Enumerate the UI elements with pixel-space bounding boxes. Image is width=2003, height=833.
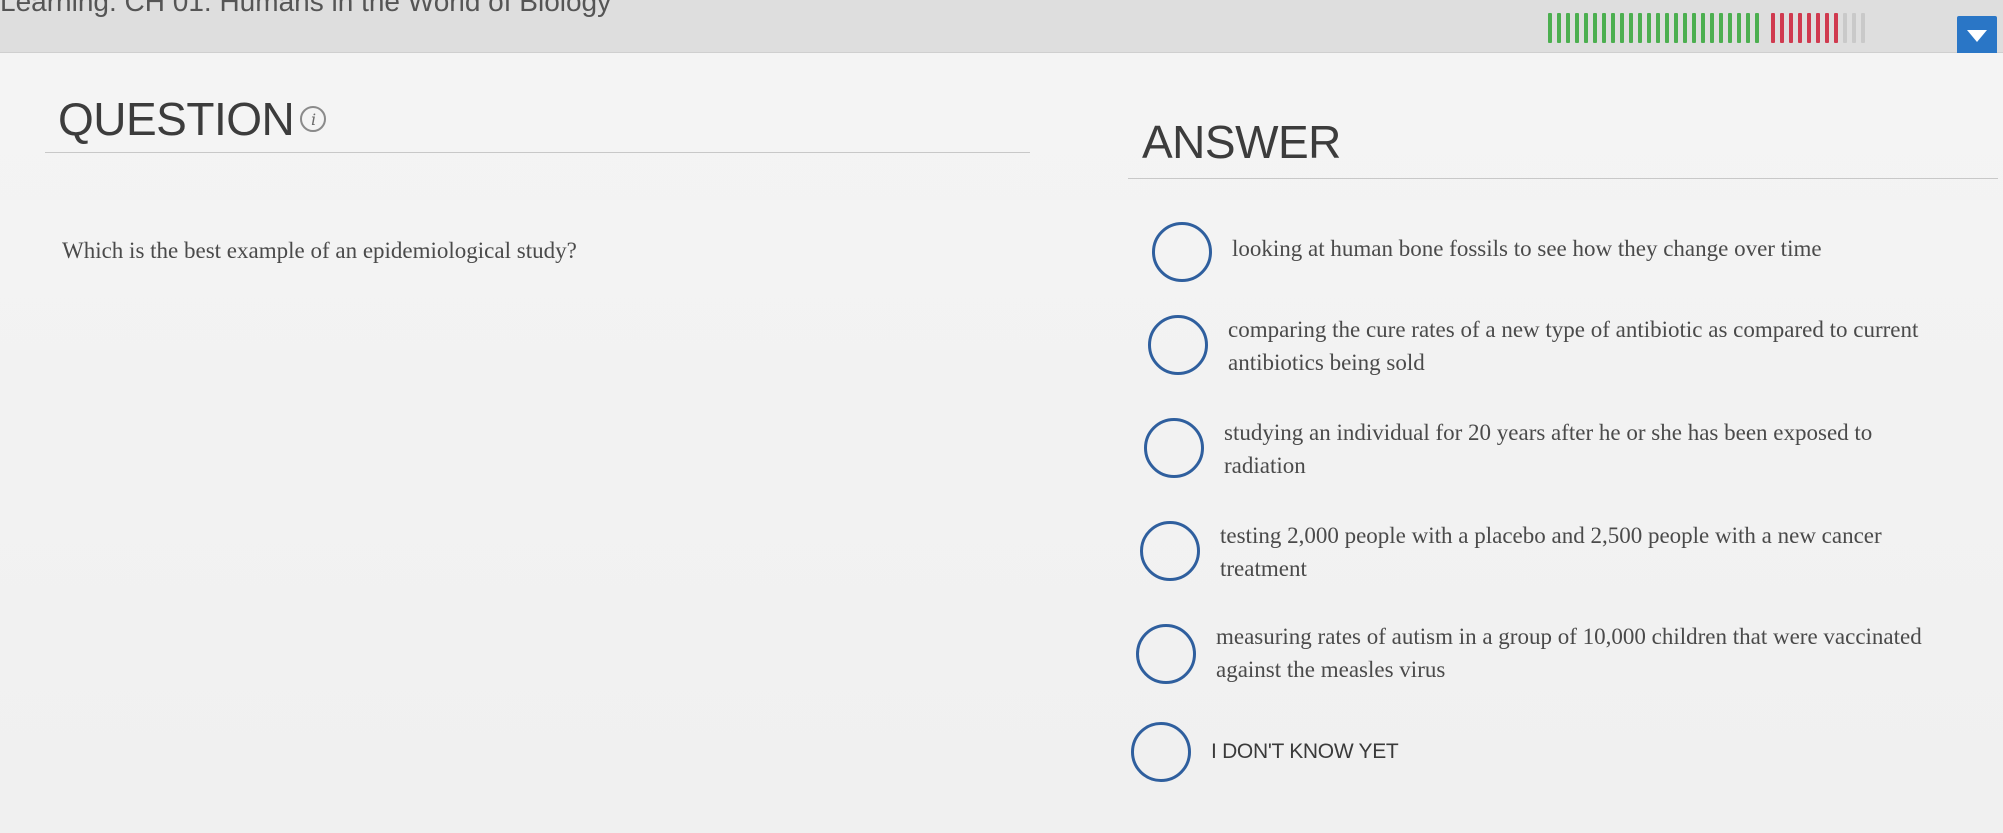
progress-segment-correct [1548,13,1552,43]
progress-segment-incorrect [1825,13,1829,43]
answer-option-2[interactable]: comparing the cure rates of a new type o… [1148,315,1948,379]
progress-segment-incorrect [1807,13,1811,43]
progress-segment-incorrect [1798,13,1802,43]
progress-segment-correct [1683,13,1687,43]
progress-segment-correct [1575,13,1579,43]
progress-segment-correct [1620,13,1624,43]
progress-segment-correct [1674,13,1678,43]
progress-segment-correct [1746,13,1750,43]
answer-heading: ANSWER [1142,116,1341,168]
progress-segment-empty [1861,13,1865,43]
answer-option-label: testing 2,000 people with a placebo and … [1220,523,1882,581]
progress-segment-correct [1665,13,1669,43]
question-heading: QUESTION i [58,92,327,146]
progress-segment-empty [1852,13,1856,43]
progress-meter [1548,13,1865,43]
progress-segment-correct [1737,13,1741,43]
answer-option-label: studying an individual for 20 years afte… [1224,420,1873,478]
chevron-down-icon [1967,30,1987,42]
progress-segment-correct [1611,13,1615,43]
progress-segment-correct [1728,13,1732,43]
question-heading-label: QUESTION [58,93,295,145]
dropdown-menu-button[interactable] [1957,16,1997,56]
breadcrumb: Learning: CH 01: Humans in the World of … [0,0,612,17]
progress-segment-empty [1843,13,1847,43]
answer-option-6[interactable]: I DON'T KNOW YET [1131,722,1931,782]
radio-button[interactable] [1140,521,1200,581]
progress-segment-incorrect [1834,13,1838,43]
top-bar: Learning: CH 01: Humans in the World of … [0,0,2003,56]
radio-button[interactable] [1144,418,1204,478]
progress-segment-correct [1701,13,1705,43]
progress-segment-correct [1593,13,1597,43]
answer-option-label: comparing the cure rates of a new type o… [1228,317,1919,375]
progress-gap [1764,13,1766,43]
question-divider [45,152,1030,153]
progress-segment-correct [1638,13,1642,43]
info-icon[interactable]: i [300,106,327,132]
answer-option-1[interactable]: looking at human bone fossils to see how… [1152,222,1952,282]
answer-option-label: I DON'T KNOW YET [1211,740,1399,763]
radio-button[interactable] [1148,315,1208,375]
answer-option-3[interactable]: studying an individual for 20 years afte… [1144,418,1944,482]
progress-segment-correct [1719,13,1723,43]
progress-segment-incorrect [1780,13,1784,43]
answer-option-4[interactable]: testing 2,000 people with a placebo and … [1140,521,1940,585]
answer-option-5[interactable]: measuring rates of autism in a group of … [1136,624,1936,686]
answer-option-label: measuring rates of autism in a group of … [1216,624,1922,682]
radio-button[interactable] [1136,624,1196,684]
progress-segment-correct [1584,13,1588,43]
progress-segment-correct [1566,13,1570,43]
progress-segment-correct [1629,13,1633,43]
progress-segment-incorrect [1771,13,1775,43]
question-text: Which is the best example of an epidemio… [62,238,577,263]
answer-divider [1128,178,1998,179]
radio-button[interactable] [1152,222,1212,282]
progress-segment-correct [1602,13,1606,43]
progress-segment-incorrect [1816,13,1820,43]
progress-segment-correct [1692,13,1696,43]
progress-segment-correct [1656,13,1660,43]
radio-button[interactable] [1131,722,1191,782]
progress-segment-incorrect [1789,13,1793,43]
progress-segment-correct [1557,13,1561,43]
progress-segment-correct [1710,13,1714,43]
progress-segment-correct [1647,13,1651,43]
answer-option-label: looking at human bone fossils to see how… [1232,236,1822,261]
progress-segment-correct [1755,13,1759,43]
